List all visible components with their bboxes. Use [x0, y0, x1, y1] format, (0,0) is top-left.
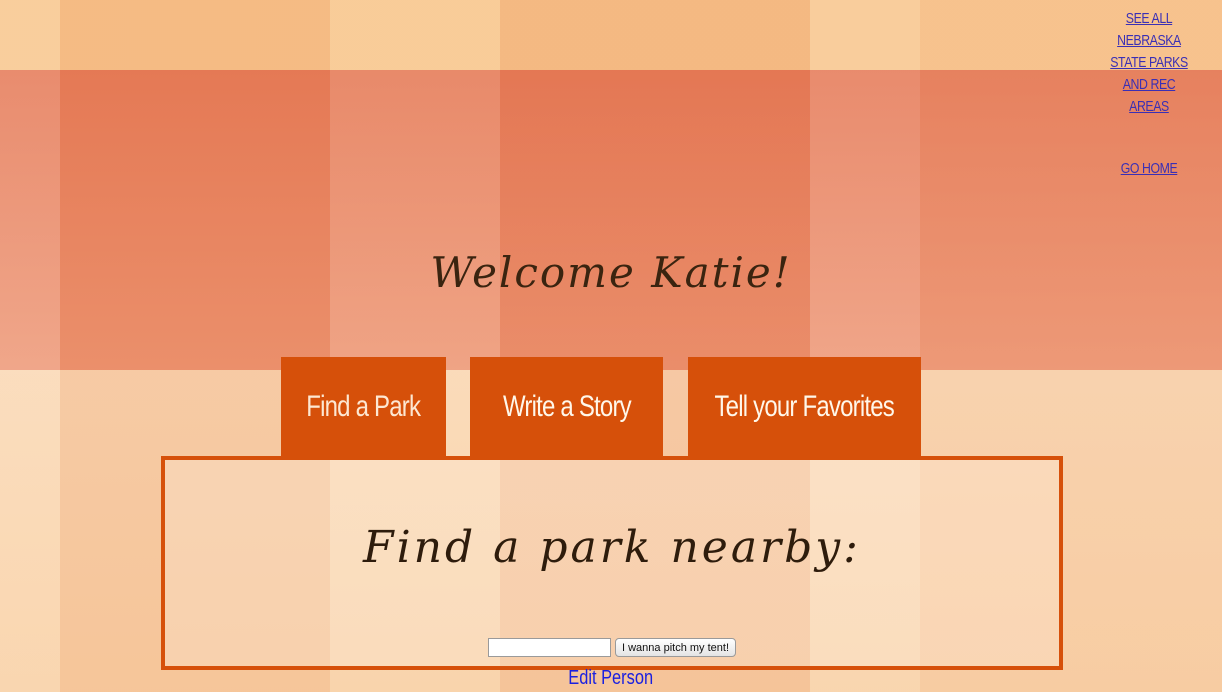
search-row: I wanna pitch my tent! — [165, 638, 1059, 657]
go-home-link[interactable]: GO HOME — [1104, 158, 1194, 180]
all-parks-line-1: SEE ALL — [1125, 10, 1173, 27]
panel-heading: Find a park nearby: — [363, 522, 861, 573]
all-parks-line-4: AND REC AREAS — [1122, 76, 1176, 115]
tab-bar: Find a Park Write a Story Tell your Favo… — [0, 357, 1222, 457]
park-search-input[interactable] — [488, 638, 611, 657]
all-parks-line-2: NEBRASKA — [1117, 32, 1181, 49]
top-nav: SEE ALL NEBRASKA STATE PARKS AND REC ARE… — [1094, 8, 1204, 180]
tab-write-a-story-label: Write a Story — [502, 390, 632, 423]
tab-find-a-park[interactable]: Find a Park — [281, 357, 446, 457]
tab-find-a-park-label: Find a Park — [306, 390, 422, 423]
edit-person-link[interactable]: Edit Person — [0, 667, 1222, 690]
tab-tell-your-favorites-label: Tell your Favorites — [714, 390, 895, 423]
tab-tell-your-favorites[interactable]: Tell your Favorites — [688, 357, 921, 457]
find-park-panel: Find a park nearby: I wanna pitch my ten… — [161, 456, 1063, 670]
welcome-heading: Welcome Katie! — [430, 248, 792, 297]
all-parks-line-3: STATE PARKS — [1110, 54, 1188, 71]
all-parks-link[interactable]: SEE ALL NEBRASKA STATE PARKS AND REC ARE… — [1104, 8, 1194, 118]
tab-write-a-story[interactable]: Write a Story — [470, 357, 663, 457]
edit-person-label: Edit Person — [568, 667, 654, 689]
pitch-tent-button[interactable]: I wanna pitch my tent! — [615, 638, 736, 657]
